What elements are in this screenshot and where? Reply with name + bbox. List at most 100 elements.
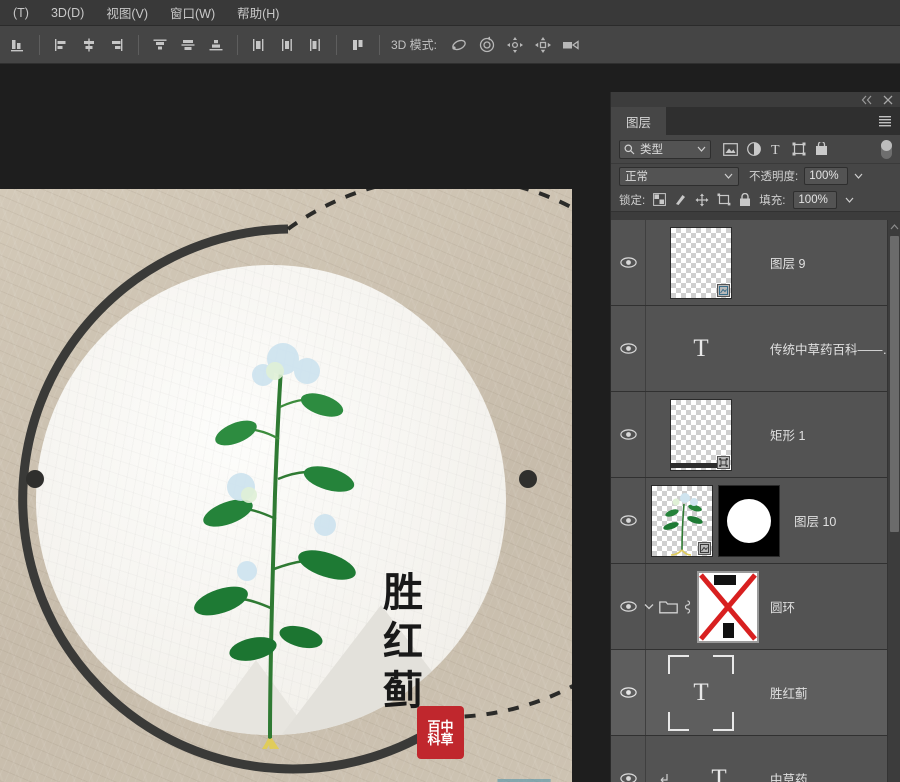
layer-thumbnail[interactable] (670, 398, 732, 471)
fill-label: 填充: (759, 194, 786, 207)
layer-mask-thumbnail[interactable] (718, 484, 780, 557)
lock-image-pixels-icon[interactable] (674, 193, 687, 206)
layer-row[interactable]: T 胜红蓟 (611, 650, 900, 736)
scrollbar-thumb[interactable] (890, 236, 899, 532)
pan-3d-icon[interactable] (502, 32, 528, 58)
type-layer-thumbnail[interactable]: T (670, 313, 732, 385)
menu-help[interactable]: 帮助(H) (226, 0, 290, 26)
layer-thumbnail-cell[interactable] (646, 478, 718, 563)
pixel-layer-filter-icon[interactable] (723, 142, 738, 156)
align-bottom-edges-2-icon[interactable] (203, 32, 229, 58)
layer-thumbnail[interactable] (651, 484, 713, 557)
layer-name[interactable]: 图层 10 (780, 511, 900, 530)
disabled-mask-thumbnail[interactable] (696, 570, 759, 643)
svg-text:T: T (771, 143, 780, 156)
opacity-chevron-down-icon[interactable] (854, 173, 863, 179)
distribute-right-edges-icon[interactable] (302, 32, 328, 58)
align-horizontal-centers-icon[interactable] (76, 32, 102, 58)
smart-object-badge (717, 283, 730, 297)
panel-menu-icon[interactable] (878, 115, 892, 127)
mode-3d-label: 3D 模式: (391, 38, 438, 52)
smart-object-filter-icon[interactable] (815, 142, 828, 156)
lock-transparent-pixels-icon[interactable] (653, 193, 667, 206)
canvas-area[interactable]: 胜红蓟 百 中 科 草 (0, 64, 610, 782)
distribute-horizontal-centers-icon[interactable] (274, 32, 300, 58)
menu-view[interactable]: 视图(V) (95, 0, 159, 26)
align-left-edges-icon[interactable] (48, 32, 74, 58)
type-layer-thumbnail[interactable]: T (688, 743, 750, 782)
menu-window[interactable]: 窗口(W) (159, 0, 226, 26)
arrange-panels-icon[interactable] (345, 32, 371, 58)
lock-all-icon[interactable] (739, 192, 751, 207)
panel-title-bar (611, 92, 900, 107)
layer-visibility-toggle[interactable] (611, 306, 646, 391)
lock-artboard-nesting-icon[interactable] (717, 193, 731, 206)
roll-3d-icon[interactable] (474, 32, 500, 58)
layer-thumbnail[interactable] (670, 226, 732, 299)
layer-visibility-toggle[interactable] (611, 478, 646, 563)
layer-visibility-toggle[interactable] (611, 220, 646, 305)
shape-layer-filter-icon[interactable] (792, 142, 806, 156)
chevron-down-icon[interactable] (724, 173, 733, 179)
layer-visibility-toggle[interactable] (611, 650, 646, 735)
fill-input[interactable]: 100% (793, 190, 838, 209)
layer-name[interactable]: 圆环 (756, 597, 900, 616)
layer-row[interactable]: 图层 10 (611, 478, 900, 564)
layer-name[interactable]: 传统中草药百科——原... (756, 339, 900, 358)
layer-visibility-toggle[interactable] (611, 392, 646, 477)
layer-list[interactable]: 图层 9 T 传统中草药百科——原... 矩形 1 图层 10 圆环 T 胜红蓟… (611, 220, 900, 782)
menu-type[interactable]: (T) (2, 2, 40, 24)
lock-row: 锁定: 填充: 100% (611, 188, 900, 212)
collapse-panel-icon[interactable] (861, 95, 873, 105)
layer-name[interactable]: 图层 9 (756, 253, 900, 272)
layer-row[interactable]: 矩形 1 (611, 392, 900, 478)
panel-tab-strip: 图层 (611, 107, 900, 135)
filter-enable-toggle[interactable] (881, 139, 892, 159)
filter-type-dropdown[interactable]: 类型 (619, 139, 711, 159)
menu-3d[interactable]: 3D(D) (40, 2, 95, 24)
orbit-3d-icon[interactable] (446, 32, 472, 58)
tab-layers[interactable]: 图层 (611, 107, 668, 135)
layers-scrollbar[interactable] (887, 220, 900, 782)
layer-name[interactable]: 胜红蓟 (756, 683, 900, 702)
toolbar-separator-5 (379, 34, 380, 55)
layer-name[interactable]: 矩形 1 (756, 425, 900, 444)
blend-mode-dropdown[interactable]: 正常 (619, 166, 739, 186)
layer-thumbnail-cell[interactable]: T (646, 650, 756, 735)
chevron-down-icon[interactable] (644, 603, 654, 610)
type-layer-thumbnail[interactable]: T (668, 654, 734, 731)
layer-thumbnail-cell[interactable] (646, 220, 756, 305)
group-header-cell[interactable] (644, 564, 759, 649)
menu-bar: (T) 3D(D) 视图(V) 窗口(W) 帮助(H) (0, 0, 900, 26)
camera-3d-icon[interactable] (558, 32, 584, 58)
align-vertical-centers-icon[interactable] (175, 32, 201, 58)
link-mask-icon[interactable] (683, 599, 692, 614)
document-canvas[interactable]: 胜红蓟 百 中 科 草 (0, 189, 572, 782)
layer-visibility-toggle[interactable] (611, 736, 646, 782)
distribute-left-edges-icon[interactable] (246, 32, 272, 58)
clipping-mask-icon (646, 773, 682, 782)
lock-position-icon[interactable] (695, 193, 709, 207)
layer-row[interactable]: 圆环 (611, 564, 900, 650)
slide-3d-icon[interactable] (530, 32, 556, 58)
layer-name[interactable]: 中草药 ... (756, 769, 900, 782)
layer-visibility-toggle[interactable] (611, 564, 646, 649)
seal-characters: 百 中 科 草 (425, 718, 455, 748)
close-panel-icon[interactable] (883, 95, 893, 105)
opacity-input[interactable]: 100% (804, 167, 849, 185)
scroll-up-icon[interactable] (888, 220, 900, 234)
layer-thumbnail-cell[interactable]: T (682, 736, 756, 782)
layer-row[interactable]: T 中草药 ... (611, 736, 900, 782)
layer-thumbnail-cell[interactable] (646, 392, 756, 477)
toolbar-separator-4 (336, 34, 337, 55)
layer-row[interactable]: 图层 9 (611, 220, 900, 306)
adjustment-layer-filter-icon[interactable] (747, 142, 761, 156)
layer-row[interactable]: T 传统中草药百科——原... (611, 306, 900, 392)
layer-thumbnail-cell[interactable]: T (646, 306, 756, 391)
chevron-down-icon[interactable] (697, 146, 706, 152)
align-right-edges-icon[interactable] (104, 32, 130, 58)
align-bottom-edges-icon[interactable] (5, 32, 31, 58)
align-top-edges-icon[interactable] (147, 32, 173, 58)
plant-main-stem (268, 368, 283, 740)
fill-chevron-down-icon[interactable] (845, 197, 854, 203)
